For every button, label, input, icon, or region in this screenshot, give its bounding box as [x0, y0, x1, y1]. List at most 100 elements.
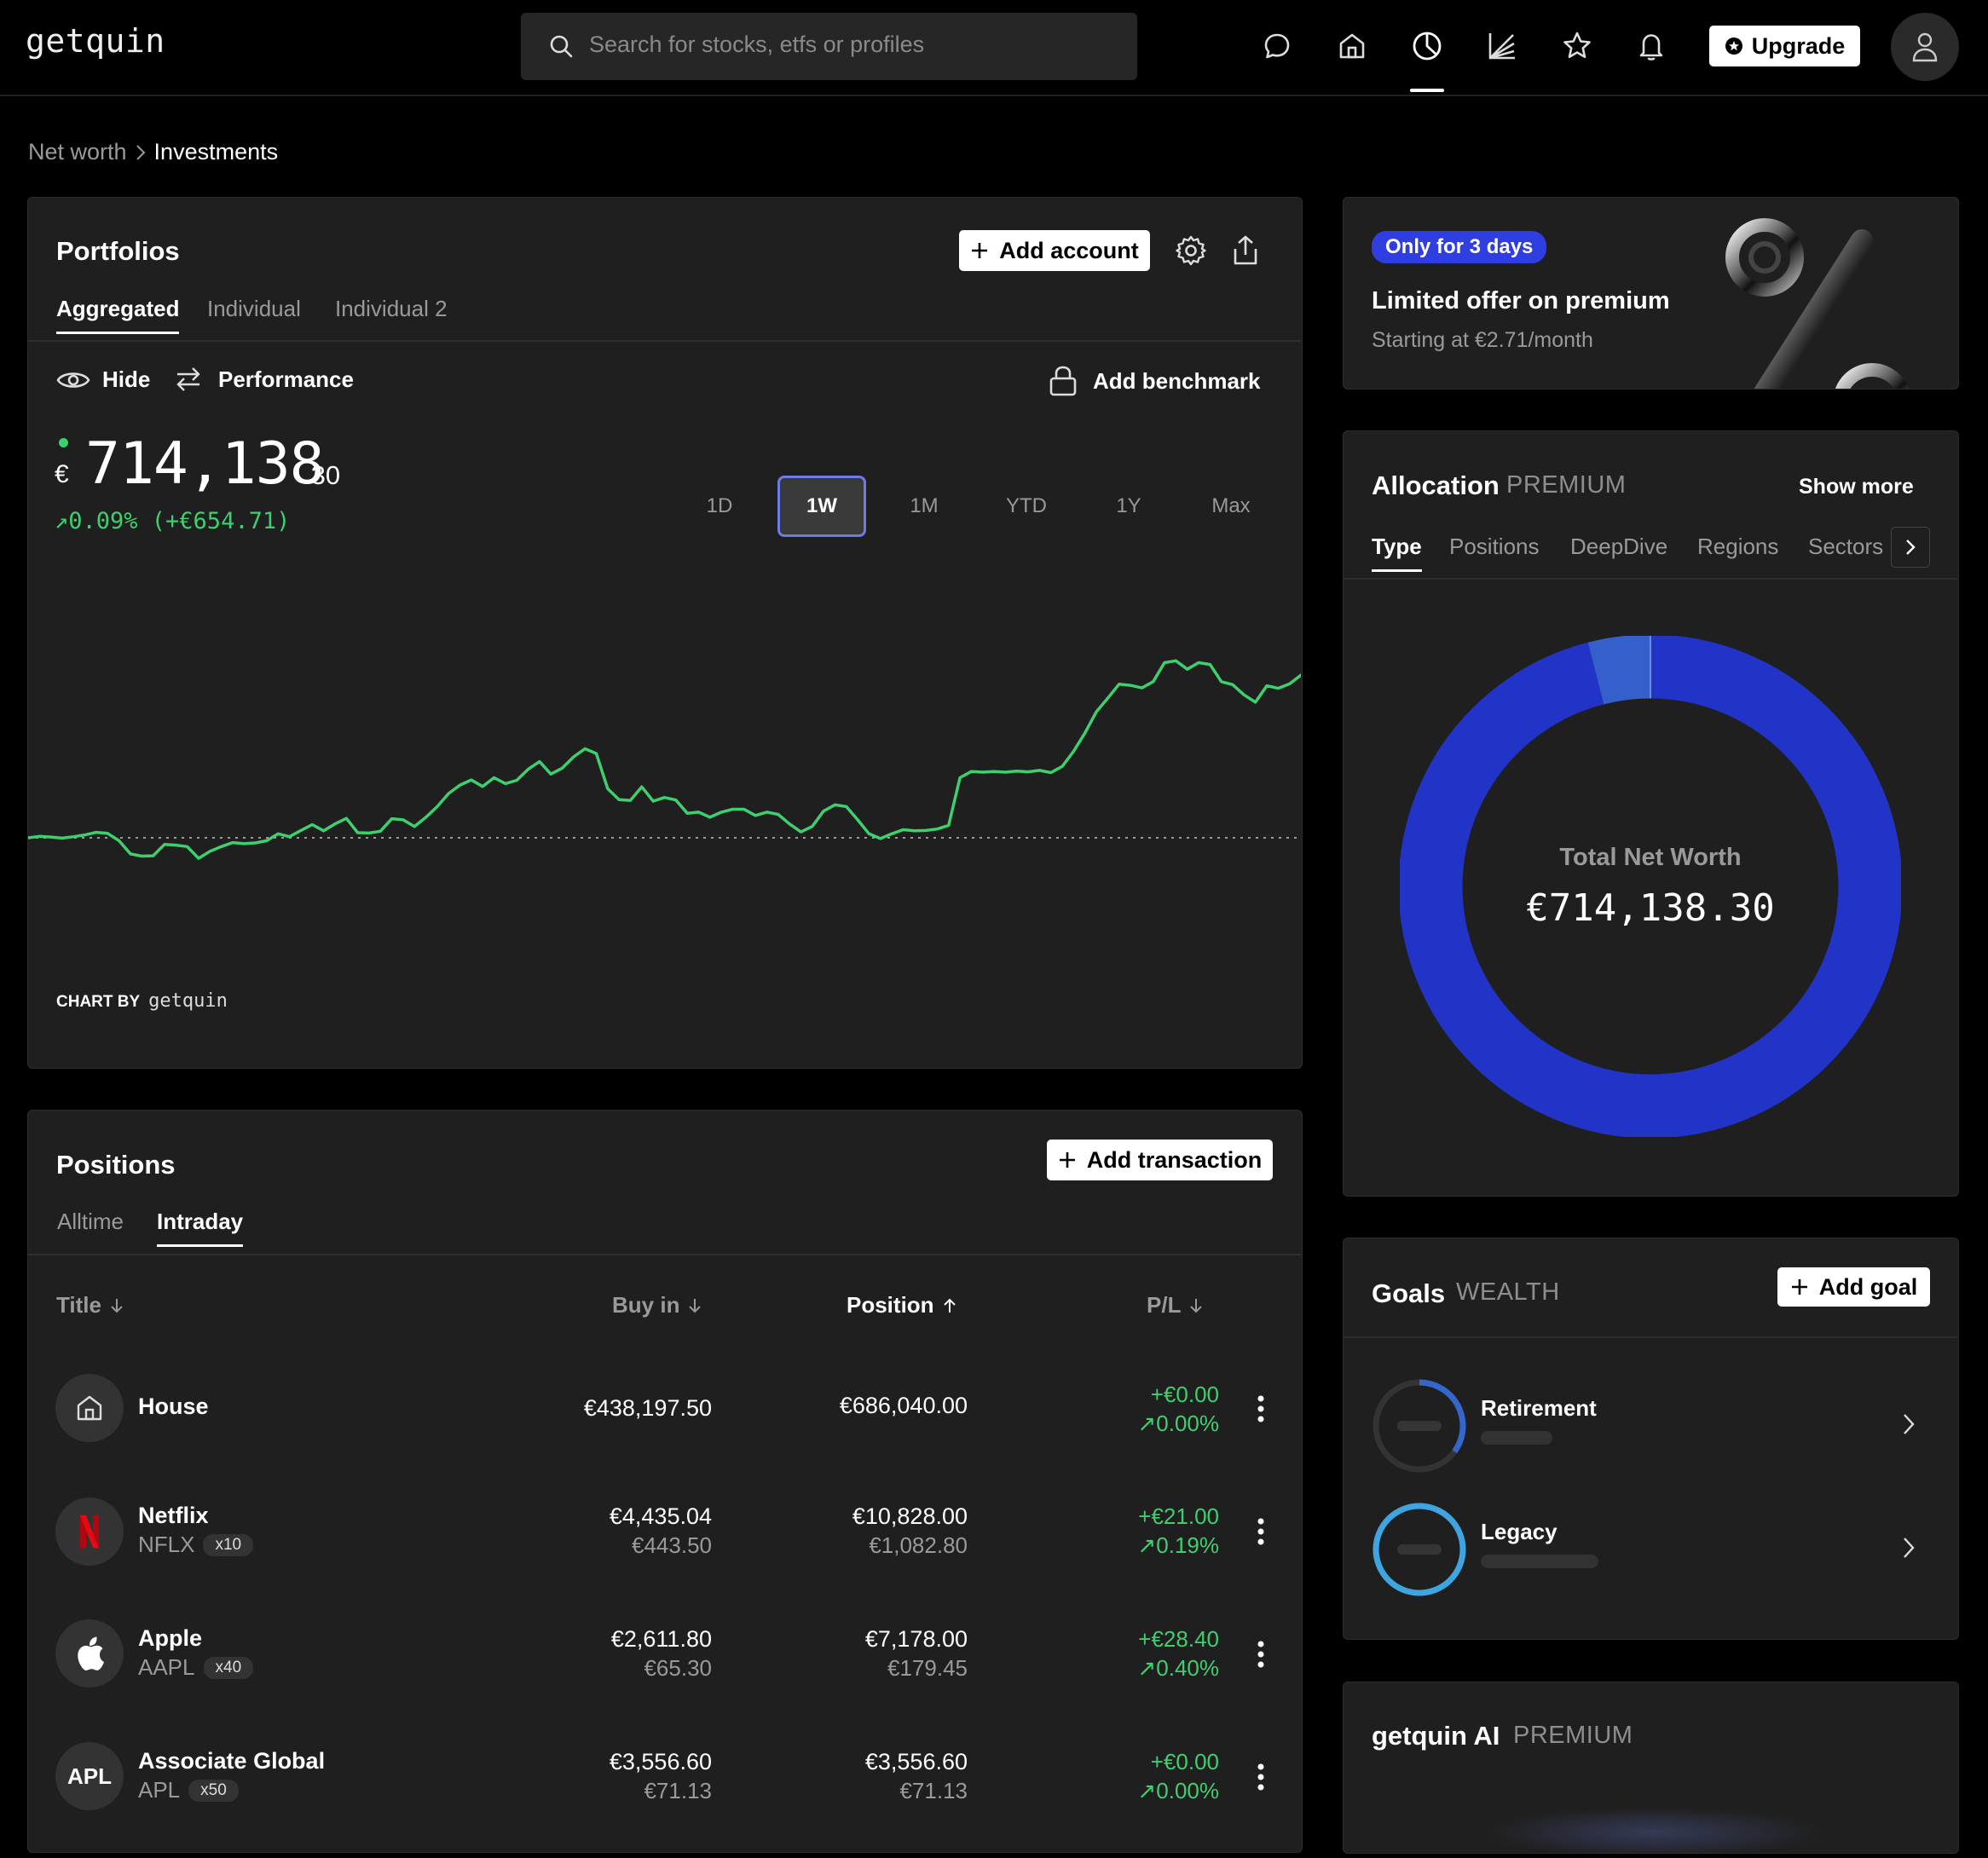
tab-individual-2[interactable]: Individual 2: [335, 296, 448, 322]
portfolio-pie-icon[interactable]: [1406, 22, 1448, 70]
star-icon[interactable]: [1556, 22, 1598, 70]
add-benchmark-button[interactable]: Add benchmark: [1049, 365, 1261, 397]
ai-title: getquin AI: [1372, 1721, 1500, 1751]
ticker: AAPL: [138, 1654, 195, 1680]
position-per-unit: €1,082.80: [869, 1532, 968, 1558]
pl-absolute: +€21.00: [1138, 1503, 1219, 1529]
benchmark-label: Add benchmark: [1093, 367, 1261, 394]
range-1y[interactable]: 1Y: [1084, 476, 1173, 537]
column-pl[interactable]: P/L: [1147, 1292, 1203, 1318]
goal-progress-ring: [1373, 1379, 1466, 1473]
plus-icon: [970, 241, 989, 260]
goal-item-legacy[interactable]: Legacy: [1372, 1502, 1930, 1596]
app-logo[interactable]: getquin: [26, 22, 165, 60]
chart-by-brand: getquin: [148, 990, 228, 1012]
ai-glow: [1483, 1807, 1824, 1858]
column-position[interactable]: Position: [847, 1292, 956, 1318]
lock-icon: [1049, 365, 1078, 397]
ticker-avatar: APL: [55, 1742, 124, 1810]
home-icon[interactable]: [1331, 22, 1373, 70]
tabs-divider: [1344, 578, 1957, 580]
position-title: Apple: [138, 1625, 203, 1651]
quantity-badge: x40: [203, 1656, 254, 1679]
netflix-logo-icon: [55, 1497, 124, 1566]
ai-premium-label: PREMIUM: [1513, 1722, 1633, 1749]
blurred-percentage: [1397, 1421, 1442, 1431]
promo-badge: Only for 3 days: [1372, 231, 1547, 263]
tab-type[interactable]: Type: [1372, 534, 1422, 572]
position-title: House: [138, 1394, 209, 1419]
tab-sectors[interactable]: Sectors: [1808, 534, 1883, 560]
tab-individual[interactable]: Individual: [207, 296, 301, 322]
portfolio-value-cents: .30: [303, 460, 341, 490]
plus-icon: [1790, 1278, 1809, 1296]
goals-title: Goals: [1372, 1278, 1446, 1308]
blurred-goal-status: [1481, 1555, 1598, 1568]
tab-alltime[interactable]: Alltime: [57, 1209, 124, 1235]
tab-intraday[interactable]: Intraday: [157, 1209, 244, 1247]
user-icon: [1912, 32, 1938, 62]
blurred-goal-status: [1481, 1431, 1552, 1445]
row-menu-icon[interactable]: [1257, 1517, 1265, 1546]
hide-label: Hide: [102, 366, 151, 392]
chevron-right-icon: [136, 144, 146, 161]
tab-aggregated[interactable]: Aggregated: [56, 296, 180, 334]
upgrade-button[interactable]: Upgrade: [1709, 26, 1860, 66]
breadcrumb-parent[interactable]: Net worth: [28, 139, 127, 165]
eye-icon: [56, 368, 90, 392]
pl-absolute: +€0.00: [1150, 1382, 1219, 1407]
upgrade-label: Upgrade: [1751, 32, 1846, 59]
pl-absolute: +€28.40: [1138, 1626, 1219, 1652]
add-goal-label: Add goal: [1818, 1273, 1918, 1300]
position-title: Netflix: [138, 1503, 209, 1528]
hide-toggle[interactable]: Hide: [56, 366, 150, 393]
row-menu-icon[interactable]: [1257, 1394, 1265, 1423]
tab-regions[interactable]: Regions: [1697, 534, 1778, 560]
promo-title: Limited offer on premium: [1372, 287, 1670, 314]
pl-percent: ↗0.19%: [1137, 1532, 1219, 1558]
ticker: NFLX: [138, 1532, 195, 1557]
wealth-label: WEALTH: [1456, 1278, 1560, 1306]
sort-up-icon: [943, 1297, 956, 1314]
position-total: €686,040.00: [839, 1393, 968, 1418]
allocation-title: Allocation: [1372, 470, 1500, 500]
range-1d[interactable]: 1D: [675, 476, 764, 537]
quantity-badge: x10: [203, 1533, 254, 1556]
position-per-unit: €179.45: [887, 1655, 968, 1681]
add-account-button[interactable]: Add account: [959, 230, 1150, 271]
donut-center-value: €714,138.30: [1526, 886, 1775, 930]
add-transaction-button[interactable]: Add transaction: [1047, 1140, 1273, 1180]
position-total: €7,178.00: [864, 1626, 968, 1652]
tab-deepdive[interactable]: DeepDive: [1570, 534, 1667, 560]
goal-item-retirement[interactable]: Retirement: [1372, 1378, 1930, 1473]
add-account-label: Add account: [999, 237, 1139, 263]
chat-icon[interactable]: [1256, 22, 1298, 70]
analytics-icon[interactable]: [1481, 22, 1523, 70]
share-icon[interactable]: [1231, 234, 1260, 267]
performance-toggle[interactable]: Performance: [174, 365, 354, 394]
premium-star-icon: [1725, 37, 1743, 55]
avatar[interactable]: [1891, 13, 1959, 81]
goal-progress-ring: [1373, 1503, 1466, 1596]
notifications-bell-icon[interactable]: [1630, 22, 1673, 70]
tab-positions[interactable]: Positions: [1449, 534, 1540, 560]
settings-gear-icon[interactable]: [1175, 234, 1207, 267]
range-1m[interactable]: 1M: [880, 476, 968, 537]
chart-by-label: CHART BY: [56, 993, 141, 1011]
percent-sign-illustration: [1725, 218, 1910, 389]
add-goal-button[interactable]: Add goal: [1777, 1267, 1930, 1307]
column-title[interactable]: Title: [56, 1292, 124, 1318]
row-menu-icon[interactable]: [1257, 1763, 1265, 1792]
search-placeholder: Search for stocks, etfs or profiles: [589, 32, 925, 57]
row-menu-icon[interactable]: [1257, 1640, 1265, 1669]
show-more-link[interactable]: Show more: [1799, 475, 1914, 499]
range-ytd[interactable]: YTD: [982, 476, 1071, 537]
position-ticker-line: AAPL x40: [138, 1654, 254, 1681]
range-1w[interactable]: 1W: [777, 476, 866, 537]
premium-label: PREMIUM: [1506, 471, 1627, 499]
range-max[interactable]: Max: [1187, 476, 1275, 537]
search-input[interactable]: Search for stocks, etfs or profiles: [521, 13, 1137, 80]
column-buy-in[interactable]: Buy in: [612, 1292, 702, 1318]
tabs-scroll-right-button[interactable]: [1891, 527, 1930, 568]
promo-subtitle: Starting at €2.71/month: [1372, 328, 1593, 352]
